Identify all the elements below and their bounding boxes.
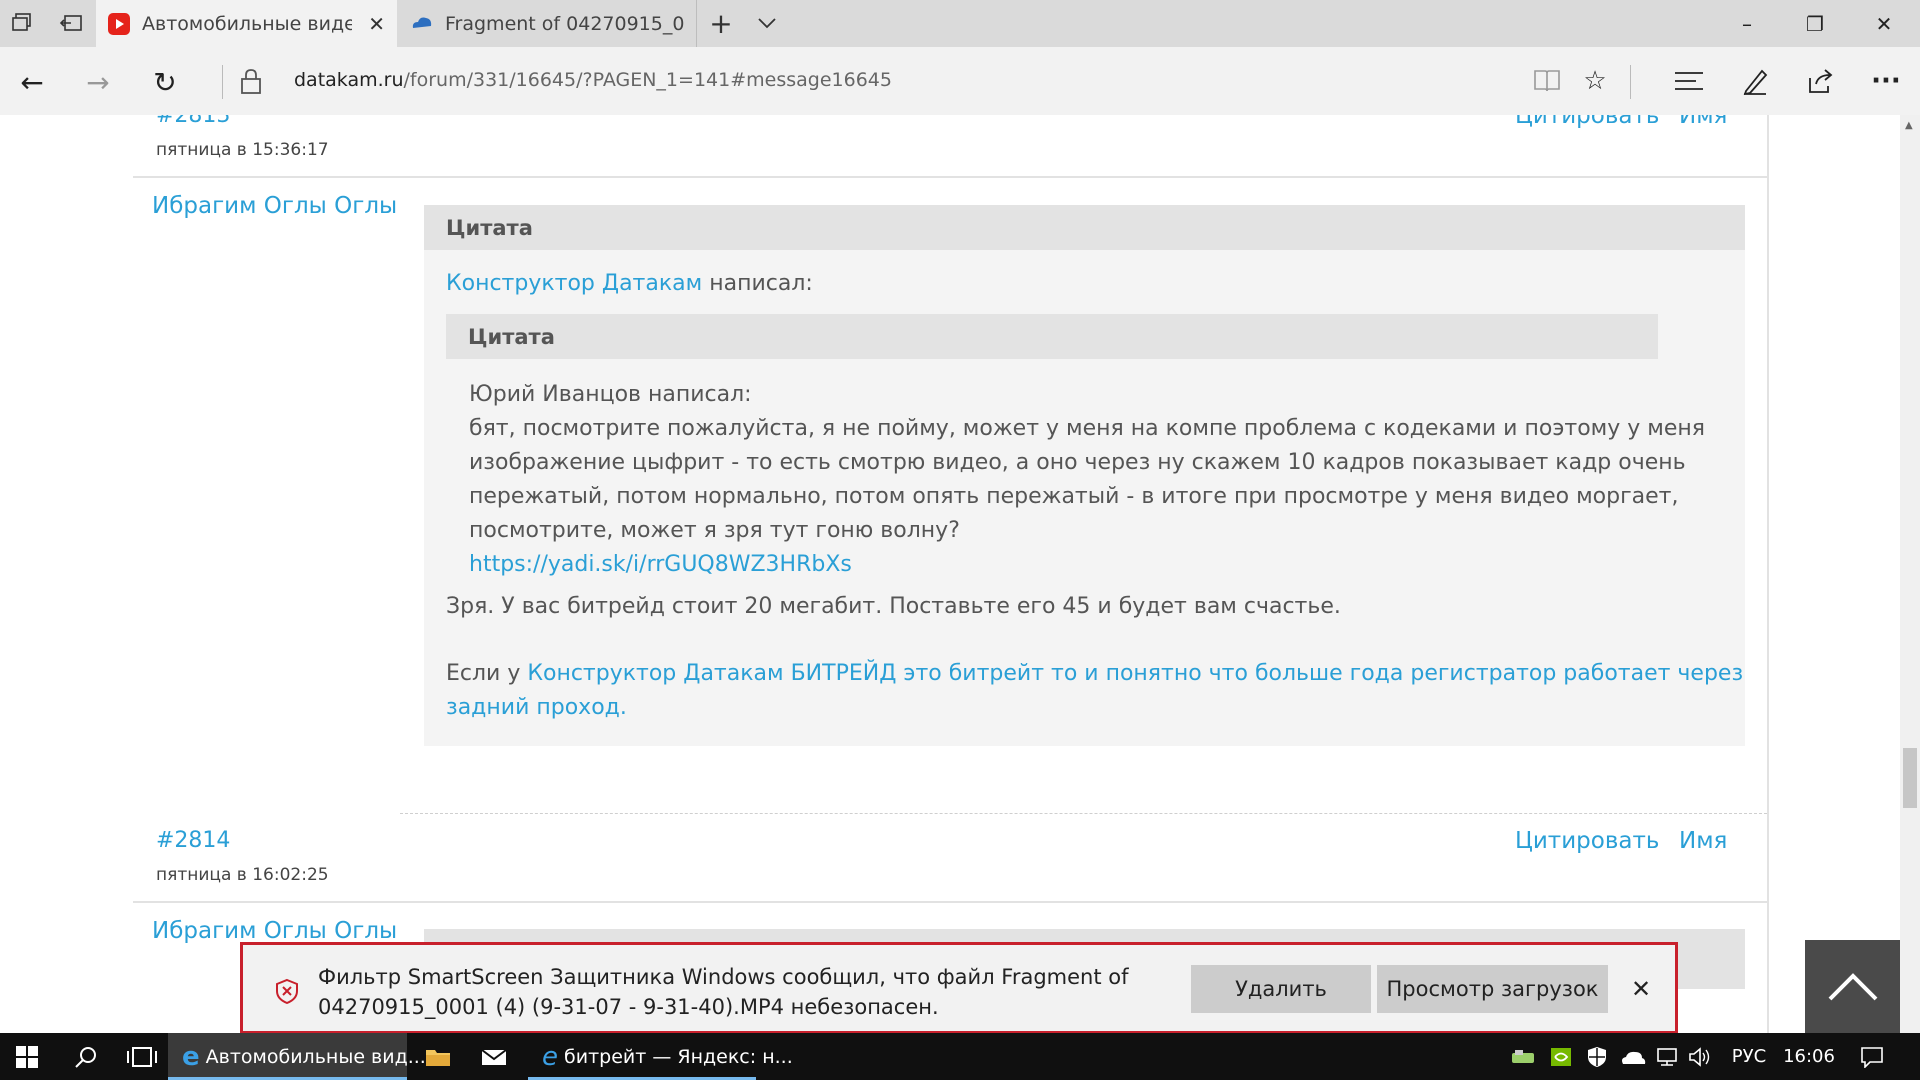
restore-icon[interactable]: ❐ — [1781, 0, 1849, 47]
post-date: пятница в 15:36:17 — [156, 140, 329, 160]
lock-icon — [239, 67, 263, 99]
yadisk-link[interactable]: https://yadi.sk/i/rrGUQ8WZ3HRbXs — [469, 548, 1705, 582]
tab-inactive[interactable]: Fragment of 04270915_000 — [397, 0, 697, 47]
scrollbar[interactable]: ▲ — [1900, 115, 1920, 1033]
more-icon[interactable]: ··· — [1868, 63, 1904, 99]
divider — [222, 65, 223, 99]
post-author[interactable]: Ибрагим Оглы Оглы — [152, 193, 397, 219]
name-link[interactable]: Имя — [1679, 828, 1727, 854]
notification-center-icon[interactable] — [1852, 1033, 1892, 1080]
mail-icon[interactable] — [466, 1033, 522, 1080]
url-field[interactable]: datakam.ru/forum/331/16645/?PAGEN_1=141#… — [294, 69, 892, 91]
forward-icon[interactable]: → — [78, 62, 118, 102]
task-view-icon[interactable] — [114, 1033, 170, 1080]
view-downloads-button[interactable]: Просмотр загрузок — [1377, 965, 1608, 1013]
quote-header: Цитата — [424, 205, 1745, 250]
inner-quote-text: Юрий Иванцов написал: бят, посмотрите по… — [469, 378, 1705, 582]
taskbar-edge-app[interactable]: e Автомобильные вид... — [168, 1033, 426, 1080]
share-icon[interactable] — [1802, 63, 1838, 99]
close-tab-icon[interactable]: ✕ — [368, 12, 385, 36]
back-to-top-button[interactable] — [1805, 940, 1900, 1033]
chevron-down-icon[interactable] — [754, 10, 780, 36]
taskbar: e Автомобильные вид... e битрейт — Яндек… — [0, 1033, 1920, 1080]
quote-block: Цитата Конструктор Датакам написал: Цита… — [424, 205, 1745, 746]
set-aside-tabs-icon[interactable] — [58, 10, 84, 36]
taskbar-ie-app[interactable]: e битрейт — Яндекс: н... — [528, 1033, 793, 1080]
volume-icon[interactable] — [1686, 1033, 1716, 1080]
nvidia-icon[interactable] — [1546, 1033, 1576, 1080]
post-separator — [400, 813, 1767, 814]
post-date: пятница в 16:02:25 — [156, 865, 329, 885]
tab-manager-icon[interactable] — [10, 10, 36, 36]
delete-button[interactable]: Удалить — [1191, 965, 1371, 1013]
quote-link[interactable]: Цитировать — [1515, 115, 1659, 129]
name-link[interactable]: Имя — [1679, 115, 1727, 129]
tab-bar: Автомобильные видес ✕ Fragment of 042709… — [0, 0, 1920, 47]
comment-link[interactable]: Конструктор Датакам БИТРЕЙД это битрейт … — [527, 661, 1743, 686]
pen-icon[interactable] — [1737, 63, 1773, 99]
comment-link-cont[interactable]: задний проход. — [446, 691, 1743, 725]
scroll-up-icon[interactable]: ▲ — [1905, 120, 1913, 131]
defender-shield-icon[interactable] — [1582, 1033, 1612, 1080]
post-divider — [133, 901, 1769, 903]
clock[interactable]: 16:06 — [1778, 1033, 1840, 1080]
content-border — [1767, 115, 1769, 1033]
smartscreen-notification: Фильтр SmartScreen Защитника Windows соо… — [240, 942, 1678, 1034]
edge-icon: e — [182, 1041, 200, 1072]
network-icon[interactable] — [1652, 1033, 1682, 1080]
post-number[interactable]: #2814 — [156, 828, 230, 853]
tab-title: Автомобильные видес — [142, 12, 352, 35]
close-notification-icon[interactable]: ✕ — [1631, 975, 1651, 1003]
tab-title: Fragment of 04270915_000 — [445, 12, 685, 35]
usb-device-icon[interactable] — [1508, 1033, 1538, 1080]
search-icon[interactable] — [58, 1033, 114, 1080]
tab-active[interactable]: Автомобильные видес ✕ — [96, 0, 397, 47]
ie-icon: e — [542, 1041, 558, 1072]
quote-author-link[interactable]: Конструктор Датакам — [446, 271, 702, 296]
quote-attribution: Конструктор Датакам написал: — [446, 271, 813, 296]
quote-link[interactable]: Цитировать — [1515, 828, 1659, 854]
language-indicator[interactable]: РУС — [1726, 1033, 1772, 1080]
reply-text: Зря. У вас битрейд стоит 20 мегабит. Пос… — [446, 594, 1341, 619]
minimize-icon[interactable]: – — [1713, 0, 1781, 47]
inner-quote-header: Цитата — [446, 314, 1658, 359]
cloud-icon — [411, 14, 433, 34]
page-content: #2813 пятница в 15:36:17 Цитировать Имя … — [0, 115, 1900, 1033]
post-number[interactable]: #2813 — [156, 115, 230, 128]
post-author[interactable]: Ибрагим Оглы Оглы — [152, 918, 397, 944]
hub-icon[interactable] — [1671, 63, 1707, 99]
refresh-icon[interactable]: ↻ — [145, 62, 185, 102]
back-icon[interactable]: ← — [12, 62, 52, 102]
shield-warning-icon — [275, 978, 299, 1008]
scrollbar-thumb[interactable] — [1903, 748, 1917, 808]
post-divider — [133, 176, 1769, 178]
new-tab-icon[interactable]: + — [708, 7, 734, 40]
chevron-up-icon — [1828, 972, 1877, 1000]
youtube-icon — [108, 12, 130, 35]
windows-start-icon[interactable] — [0, 1033, 54, 1080]
reading-view-icon[interactable] — [1529, 63, 1565, 99]
divider — [1630, 65, 1631, 99]
address-bar: ← → ↻ datakam.ru/forum/331/16645/?PAGEN_… — [0, 47, 1920, 115]
favorite-icon[interactable]: ☆ — [1577, 63, 1613, 99]
onedrive-icon[interactable] — [1618, 1033, 1648, 1080]
comment-text: Если у Конструктор Датакам БИТРЕЙД это б… — [446, 657, 1743, 725]
close-window-icon[interactable]: ✕ — [1850, 0, 1918, 47]
folder-icon[interactable] — [410, 1033, 466, 1080]
notification-text: Фильтр SmartScreen Защитника Windows соо… — [318, 965, 1129, 1019]
